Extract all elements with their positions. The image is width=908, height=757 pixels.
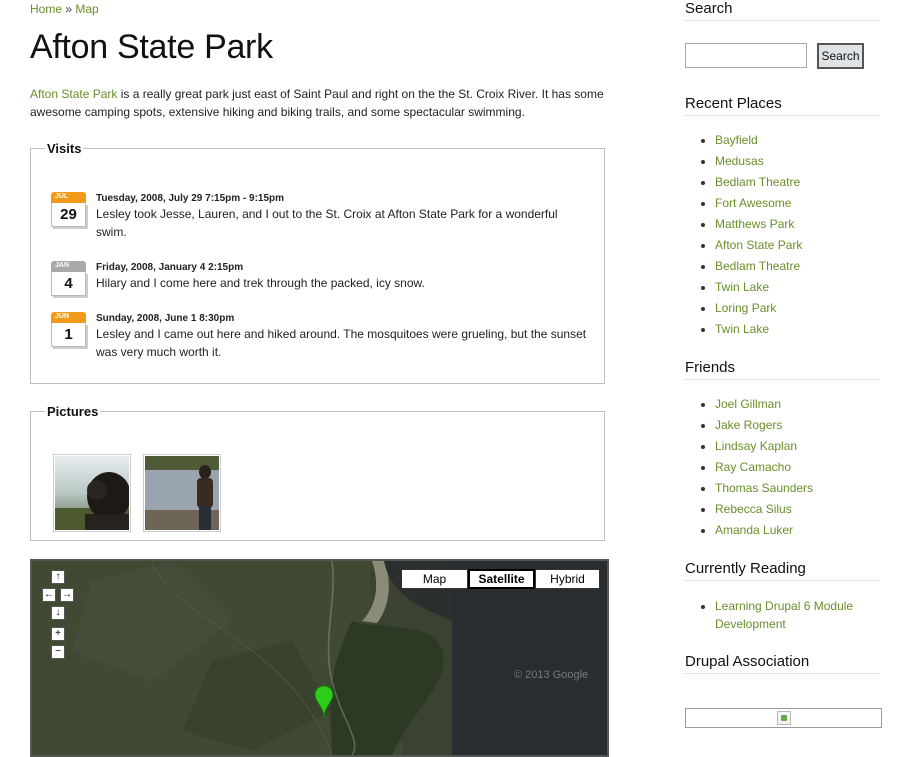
- picture-thumbnail[interactable]: [143, 454, 221, 532]
- visit-date: Friday, 2008, January 4 2:15pm: [96, 262, 244, 273]
- list-item: Twin Lake: [715, 319, 802, 340]
- list-item: Bedlam Theatre: [715, 256, 802, 277]
- calendar-icon: JUL 29: [51, 192, 87, 230]
- search-input[interactable]: [685, 43, 807, 68]
- book-link[interactable]: Learning Drupal 6 Module Development: [715, 599, 853, 631]
- friend-link[interactable]: Ray Camacho: [715, 460, 791, 474]
- calendar-day: 1: [51, 323, 86, 347]
- currently-reading-title: Currently Reading: [685, 560, 880, 581]
- list-item: Learning Drupal 6 Module Development: [715, 597, 880, 633]
- list-item: Joel Gillman: [715, 394, 813, 415]
- pan-left-button[interactable]: ←: [42, 588, 56, 602]
- list-item: Loring Park: [715, 298, 802, 319]
- friend-link[interactable]: Rebecca Silus: [715, 502, 792, 516]
- breadcrumb-home-link[interactable]: Home: [30, 2, 62, 16]
- map-type-hybrid-button[interactable]: Hybrid: [535, 569, 600, 589]
- picture-thumbnail[interactable]: [53, 454, 131, 532]
- zoom-in-button[interactable]: +: [51, 627, 65, 641]
- recent-places-title: Recent Places: [685, 95, 880, 116]
- visits-fieldset: Visits JUL 29 Tuesday, 2008, July 29 7:1…: [30, 141, 605, 384]
- map-type-satellite-button[interactable]: Satellite: [468, 569, 535, 589]
- drupal-association-title: Drupal Association: [685, 653, 880, 674]
- intro-park-link[interactable]: Afton State Park: [30, 87, 117, 101]
- list-item: Twin Lake: [715, 277, 802, 298]
- recent-place-link[interactable]: Medusas: [715, 154, 764, 168]
- calendar-day: 4: [51, 272, 86, 296]
- calendar-month-tab: JAN: [51, 261, 86, 272]
- pictures-legend: Pictures: [47, 404, 99, 419]
- pan-right-button[interactable]: →: [60, 588, 74, 602]
- visit-date: Tuesday, 2008, July 29 7:15pm - 9:15pm: [96, 193, 285, 204]
- visit-description: Lesley and I came out here and hiked aro…: [96, 327, 587, 359]
- recent-place-link[interactable]: Twin Lake: [715, 280, 769, 294]
- calendar-month: JUN: [55, 313, 70, 320]
- list-item: Bedlam Theatre: [715, 172, 802, 193]
- friend-link[interactable]: Amanda Luker: [715, 523, 793, 537]
- calendar-icon: JUN 1: [51, 312, 87, 350]
- list-item: Rebecca Silus: [715, 499, 813, 520]
- search-button[interactable]: Search: [817, 43, 864, 69]
- recent-place-link[interactable]: Matthews Park: [715, 217, 794, 231]
- list-item: Matthews Park: [715, 214, 802, 235]
- list-item: Fort Awesome: [715, 193, 802, 214]
- zoom-out-button[interactable]: −: [51, 645, 65, 659]
- visit-description: Hilary and I come here and trek through …: [96, 276, 425, 290]
- currently-reading-list: Learning Drupal 6 Module Development: [700, 597, 880, 633]
- search-title: Search: [685, 0, 880, 21]
- recent-place-link[interactable]: Bedlam Theatre: [715, 259, 800, 273]
- friends-list: Joel Gillman Jake Rogers Lindsay Kaplan …: [700, 394, 813, 541]
- intro-paragraph: Afton State Park is a really great park …: [30, 85, 615, 121]
- map-type-map-button[interactable]: Map: [401, 569, 468, 589]
- photo-image: [55, 456, 129, 530]
- broken-image-icon: [777, 711, 791, 725]
- drupal-association-badge[interactable]: [685, 708, 882, 728]
- list-item: Afton State Park: [715, 235, 802, 256]
- visit-date: Sunday, 2008, June 1 8:30pm: [96, 313, 235, 324]
- list-item: Thomas Saunders: [715, 478, 813, 499]
- friend-link[interactable]: Thomas Saunders: [715, 481, 813, 495]
- calendar-month-tab: JUN: [51, 312, 86, 323]
- recent-place-link[interactable]: Twin Lake: [715, 322, 769, 336]
- friend-link[interactable]: Lindsay Kaplan: [715, 439, 797, 453]
- recent-place-link[interactable]: Loring Park: [715, 301, 776, 315]
- calendar-month: JAN: [55, 262, 70, 269]
- friends-title: Friends: [685, 359, 880, 380]
- friend-link[interactable]: Joel Gillman: [715, 397, 781, 411]
- visits-legend: Visits: [47, 141, 82, 156]
- calendar-day: 29: [51, 203, 86, 227]
- photo-image: [145, 456, 219, 530]
- recent-place-link[interactable]: Fort Awesome: [715, 196, 791, 210]
- map-copyright: © 2013 Google: [514, 669, 589, 681]
- pictures-fieldset: Pictures: [30, 404, 605, 541]
- page-title: Afton State Park: [30, 28, 273, 66]
- visit-description: Lesley took Jesse, Lauren, and I out to …: [96, 207, 558, 239]
- breadcrumb: Home » Map: [30, 2, 99, 16]
- intro-text: is a really great park just east of Sain…: [30, 87, 604, 119]
- satellite-imagery: [32, 561, 607, 755]
- recent-place-link[interactable]: Bedlam Theatre: [715, 175, 800, 189]
- breadcrumb-separator: »: [65, 2, 73, 16]
- breadcrumb-map-link[interactable]: Map: [75, 2, 98, 16]
- list-item: Lindsay Kaplan: [715, 436, 813, 457]
- list-item: Bayfield: [715, 130, 802, 151]
- recent-place-link[interactable]: Afton State Park: [715, 238, 802, 252]
- pan-up-button[interactable]: ↑: [51, 570, 65, 584]
- pan-down-button[interactable]: ↓: [51, 606, 65, 620]
- recent-place-link[interactable]: Bayfield: [715, 133, 758, 147]
- calendar-month: JUL: [55, 193, 69, 200]
- list-item: Amanda Luker: [715, 520, 813, 541]
- satellite-map[interactable]: Map Satellite Hybrid ↑ ← → ↓ + − © 2013 …: [30, 559, 609, 757]
- calendar-month-tab: JUL: [51, 192, 86, 203]
- calendar-icon: JAN 4: [51, 261, 87, 299]
- recent-places-list: Bayfield Medusas Bedlam Theatre Fort Awe…: [700, 130, 802, 340]
- list-item: Ray Camacho: [715, 457, 813, 478]
- list-item: Medusas: [715, 151, 802, 172]
- friend-link[interactable]: Jake Rogers: [715, 418, 782, 432]
- map-marker-icon[interactable]: [314, 685, 334, 719]
- list-item: Jake Rogers: [715, 415, 813, 436]
